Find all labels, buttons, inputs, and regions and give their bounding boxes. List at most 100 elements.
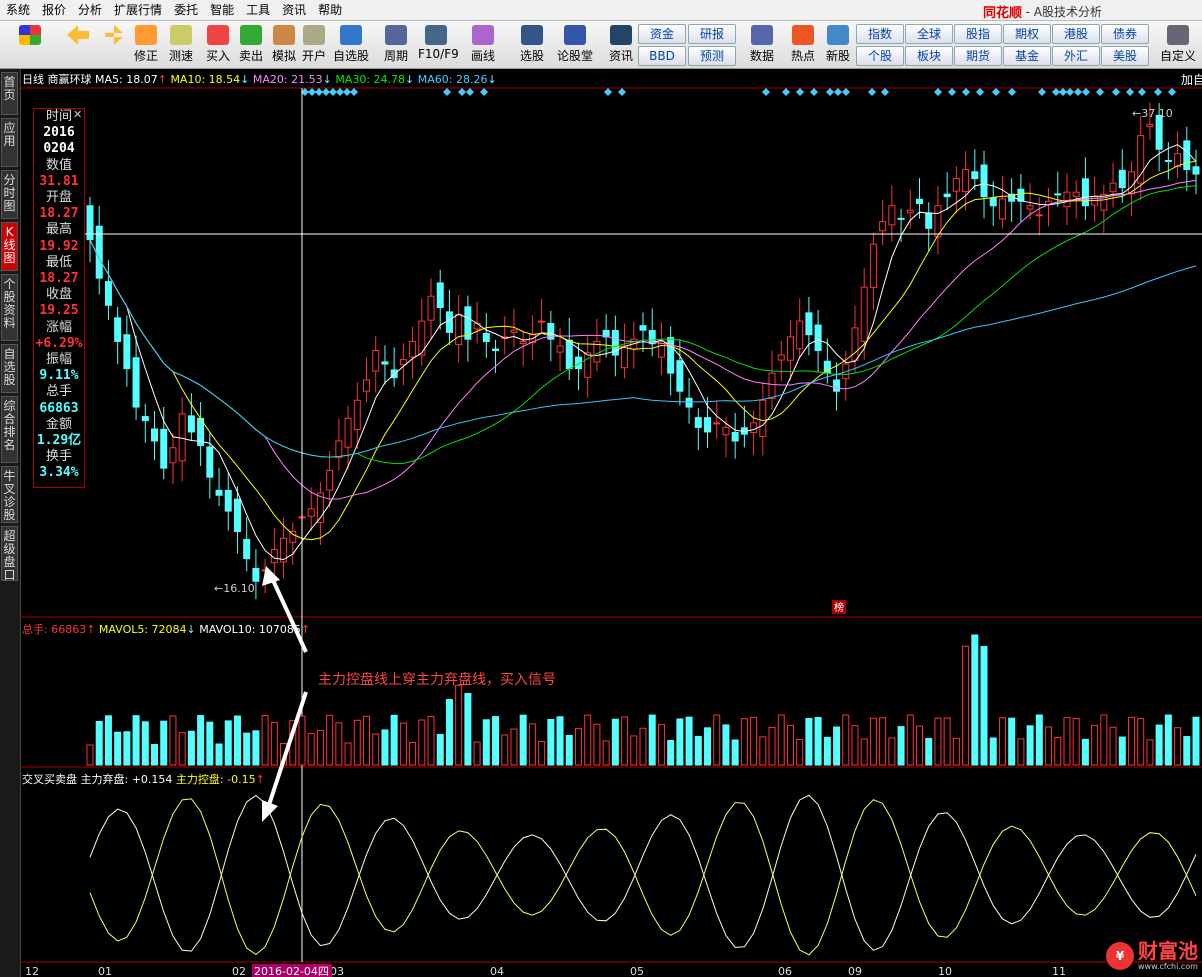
candle-body-39 — [445, 311, 453, 333]
volume-bar-68 — [713, 714, 721, 766]
candle-body-112 — [1118, 169, 1126, 189]
volume-bar-44 — [492, 716, 500, 766]
volume-bar-31 — [372, 733, 380, 766]
signal-marker-7 — [350, 88, 358, 96]
signal-marker-38 — [1138, 88, 1146, 96]
candle-body-69 — [722, 426, 730, 436]
candle-body-70 — [731, 431, 739, 442]
volume-bar-16 — [233, 715, 241, 766]
volume-bar-105 — [1054, 737, 1062, 766]
volume-bar-11 — [187, 730, 195, 766]
volume-bar-118 — [1174, 727, 1182, 766]
volume-bar-65 — [685, 716, 693, 766]
candle-body-99 — [998, 198, 1006, 220]
volume-bar-79 — [814, 717, 822, 766]
close-icon[interactable]: ✕ — [73, 108, 82, 121]
volume-bar-90 — [916, 725, 923, 766]
control-line — [89, 798, 1197, 956]
candle-body-88 — [897, 217, 905, 220]
amplitude-label: 振幅 — [45, 352, 72, 368]
candle-body-106 — [1063, 191, 1071, 208]
volume-bar-87 — [888, 737, 896, 766]
candle-body-107 — [1072, 191, 1080, 197]
signal-marker-13 — [618, 88, 626, 96]
indicator-control-readout: 主力控盘: -0.15 — [175, 773, 256, 786]
signal-marker-3 — [322, 88, 330, 96]
signal-marker-11 — [480, 88, 488, 96]
x-tick-label-0: 12 — [25, 965, 39, 977]
candle-body-78 — [805, 312, 813, 336]
candle-body-102 — [1026, 205, 1034, 210]
candle-body-77 — [796, 320, 804, 350]
x-tick-label-8: 10 — [938, 965, 952, 977]
volume-bar-29 — [353, 719, 361, 766]
volume-bar-77 — [796, 738, 804, 766]
x-tick-label-3: 03 — [330, 965, 344, 977]
volume-bar-14 — [215, 743, 223, 766]
candle-body-31 — [372, 350, 380, 372]
arrow-down-head — [262, 800, 278, 822]
volume-bar-83 — [851, 725, 859, 766]
period-label[interactable]: 日线 — [22, 73, 44, 86]
candle-body-47 — [519, 340, 527, 344]
signal-marker-36 — [1112, 88, 1120, 96]
candle-body-110 — [1100, 193, 1108, 211]
volume-bar-95 — [962, 645, 970, 766]
volume-bar-20 — [270, 721, 278, 766]
volume-bar-106 — [1063, 717, 1071, 766]
candle-body-90 — [916, 198, 923, 204]
signal-marker-6 — [343, 88, 351, 96]
volume-bar-85 — [869, 717, 877, 766]
candle-body-16 — [233, 498, 241, 532]
ma30-readout: MA30: 24.78 — [335, 73, 406, 86]
signal-marker-28 — [1008, 88, 1016, 96]
volume-bar-25 — [316, 729, 324, 766]
candle-body-114 — [1137, 135, 1145, 184]
kline-chart[interactable]: ←37.10 ←16.10 榜 12 01 02 03 04 05 06 09 10 11 2016-02… — [0, 0, 1202, 977]
candle-body-93 — [943, 193, 951, 198]
volume-bar-46 — [510, 728, 518, 766]
signal-marker-35 — [1096, 88, 1104, 96]
signal-marker-14 — [762, 88, 770, 96]
candle-body-3 — [114, 317, 122, 342]
amount-label: 金额 — [45, 416, 72, 432]
candle-body-115 — [1146, 123, 1154, 128]
candle-body-27 — [335, 440, 343, 459]
volume-bar-81 — [833, 726, 841, 766]
candle-body-85 — [869, 243, 877, 288]
time-date: 0204 — [43, 141, 75, 157]
volume-bar-98 — [989, 737, 997, 766]
volume-bar-26 — [326, 714, 334, 766]
candle-body-58 — [621, 345, 629, 369]
x-tick-label-7: 09 — [848, 965, 862, 977]
candle-body-28 — [344, 417, 352, 448]
volume-bar-50 — [547, 718, 555, 766]
turnover-value: 3.34% — [39, 465, 79, 481]
volume-bar-52 — [565, 734, 573, 766]
value-label: 数值 — [45, 157, 72, 173]
candle-body-14 — [215, 489, 223, 496]
volume-bar-99 — [998, 717, 1006, 766]
candle-body-64 — [676, 360, 684, 392]
candle-body-63 — [667, 337, 675, 374]
watermark: ¥ 财富池 www.cfchi.com — [1106, 940, 1198, 971]
volume-bar-66 — [694, 735, 702, 766]
indicator-header: 交叉买卖盘 主力弃盘: +0.154 主力控盘: -0.15↑ — [22, 773, 265, 786]
candle-body-54 — [584, 352, 592, 378]
signal-marker-8 — [443, 88, 451, 96]
signal-marker-19 — [834, 88, 842, 96]
open-value: 18.27 — [39, 206, 79, 222]
candle-body-15 — [224, 489, 232, 512]
candle-body-52 — [565, 339, 573, 370]
ma10-readout: MA10: 18.54 — [170, 73, 241, 86]
signal-marker-30 — [1052, 88, 1060, 96]
volume-bar-102 — [1026, 725, 1034, 766]
volume-bar-96 — [971, 634, 979, 766]
candle-body-49 — [538, 320, 546, 323]
volume-bar-30 — [363, 715, 370, 766]
signal-marker-2 — [315, 88, 323, 96]
add-favorite[interactable]: 加自 — [1181, 71, 1202, 88]
candle-body-43 — [482, 332, 490, 342]
volume-bar-110 — [1100, 714, 1108, 766]
candle-body-66 — [694, 417, 702, 428]
